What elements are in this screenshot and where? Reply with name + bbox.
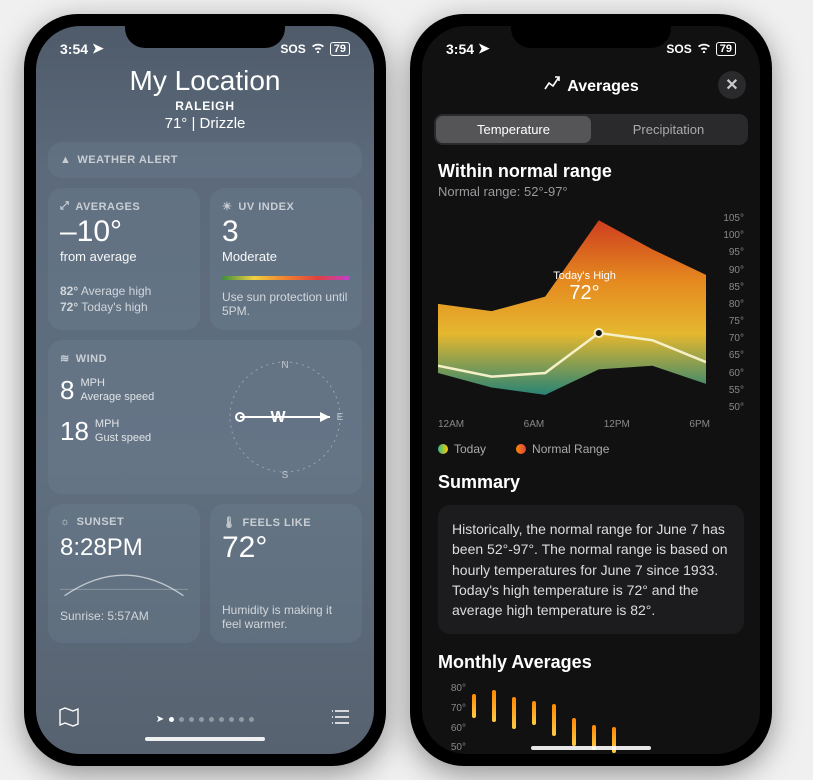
sun-icon: ☀ bbox=[222, 200, 232, 213]
current-condition: 71° | Drizzle bbox=[48, 115, 362, 132]
list-button[interactable] bbox=[330, 706, 352, 733]
averages-value: –10° bbox=[60, 217, 188, 247]
averages-label: AVERAGES bbox=[75, 201, 140, 213]
phone-weather-home: 3:54 ➤ SOS 79 My Location RALEIGH 71° | … bbox=[24, 14, 386, 766]
home-indicator[interactable] bbox=[145, 737, 265, 741]
location-arrow-icon: ➤ bbox=[156, 714, 164, 725]
feels-like-card[interactable]: 🌡 FEELS LIKE 72° Humidity is making it f… bbox=[210, 504, 362, 643]
sun-arc-icon bbox=[60, 562, 188, 602]
tab-temperature[interactable]: Temperature bbox=[436, 116, 591, 143]
location-header: My Location RALEIGH 71° | Drizzle bbox=[48, 65, 362, 132]
today-marker: Today's High 72° bbox=[553, 270, 616, 305]
battery-icon: 79 bbox=[716, 42, 736, 56]
status-time: 3:54 bbox=[60, 41, 88, 57]
map-button[interactable] bbox=[58, 706, 80, 733]
feels-note: Humidity is making it feel warmer. bbox=[222, 603, 350, 631]
segment-control: Temperature Precipitation bbox=[434, 114, 748, 145]
temperature-chart[interactable]: Today's High 72° 105°100°95°90°85°80°75°… bbox=[438, 213, 744, 413]
sunrise-label: Sunrise: 5:57AM bbox=[60, 609, 188, 623]
wind-icon: ≋ bbox=[60, 352, 70, 365]
svg-text:E: E bbox=[337, 412, 344, 423]
thermometer-icon: 🌡 bbox=[222, 516, 236, 529]
status-bar: 3:54 ➤ SOS 79 bbox=[422, 26, 760, 61]
alert-icon: ▲ bbox=[60, 154, 71, 166]
battery-icon: 79 bbox=[330, 42, 350, 56]
uv-note: Use sun protection until 5PM. bbox=[222, 290, 350, 318]
phone-averages-detail: 3:54 ➤ SOS 79 Averages ✕ Temperature Pre… bbox=[410, 14, 772, 766]
summary-heading: Summary bbox=[438, 472, 744, 493]
home-indicator[interactable] bbox=[531, 746, 651, 750]
sunset-time: 8:28PM bbox=[60, 534, 188, 562]
uv-value: 3 bbox=[222, 217, 350, 247]
location-arrow-icon: ➤ bbox=[92, 40, 104, 57]
close-button[interactable]: ✕ bbox=[718, 71, 746, 99]
monthly-chart[interactable]: 80°70°60°50° bbox=[438, 683, 744, 753]
status-time: 3:54 bbox=[446, 41, 474, 57]
sunset-label: SUNSET bbox=[77, 516, 125, 528]
status-bar: 3:54 ➤ SOS 79 bbox=[36, 26, 374, 61]
wifi-icon bbox=[696, 41, 712, 56]
uv-level: Moderate bbox=[222, 249, 350, 264]
uv-card[interactable]: ☀ UV INDEX 3 Moderate Use sun protection… bbox=[210, 188, 362, 330]
sos-label: SOS bbox=[280, 42, 305, 56]
weather-alert-card[interactable]: ▲ WEATHER ALERT bbox=[48, 142, 362, 178]
alert-label: WEATHER ALERT bbox=[77, 154, 178, 166]
averages-card[interactable]: ⤢ AVERAGES –10° from average 82° Average… bbox=[48, 188, 200, 330]
uv-scale bbox=[222, 276, 350, 280]
averages-icon: ⤢ bbox=[60, 200, 69, 213]
compass-icon: N S E W bbox=[220, 352, 350, 482]
summary-text: Historically, the normal range for June … bbox=[438, 505, 744, 634]
feels-value: 72° bbox=[222, 533, 350, 563]
chart-icon bbox=[543, 75, 561, 98]
page-dots[interactable]: ➤ bbox=[156, 714, 254, 725]
detail-title: Averages bbox=[567, 78, 638, 96]
monthly-heading: Monthly Averages bbox=[438, 652, 744, 673]
wind-card[interactable]: ≋ WIND 8 MPHAverage speed 18 MPHGust spe… bbox=[48, 340, 362, 494]
svg-text:N: N bbox=[281, 360, 288, 371]
tab-precipitation[interactable]: Precipitation bbox=[591, 116, 746, 143]
wind-gust: 18 bbox=[60, 416, 89, 447]
detail-header: Averages ✕ bbox=[422, 61, 760, 108]
x-axis: 12AM6AM12PM6PM bbox=[438, 419, 744, 430]
y-axis: 105°100°95°90°85°80°75°70°65°60°55°50° bbox=[706, 213, 744, 413]
averages-sub: from average bbox=[60, 249, 188, 264]
location-title: My Location bbox=[48, 65, 362, 97]
wifi-icon bbox=[310, 41, 326, 56]
location-arrow-icon: ➤ bbox=[478, 40, 490, 57]
location-subtitle: RALEIGH bbox=[48, 99, 362, 113]
feels-label: FEELS LIKE bbox=[242, 517, 311, 529]
sunset-card[interactable]: ☼ SUNSET 8:28PM Sunrise: 5:57AM bbox=[48, 504, 200, 643]
within-heading: Within normal range bbox=[438, 161, 744, 182]
sos-label: SOS bbox=[666, 42, 691, 56]
chart-legend: Today Normal Range bbox=[438, 442, 744, 456]
wind-avg: 8 bbox=[60, 375, 74, 406]
svg-text:S: S bbox=[282, 470, 289, 481]
wind-label: WIND bbox=[76, 353, 107, 365]
uv-label: UV INDEX bbox=[238, 201, 294, 213]
bottom-nav: ➤ bbox=[36, 706, 374, 733]
normal-range: Normal range: 52°-97° bbox=[438, 184, 744, 199]
sunset-icon: ☼ bbox=[60, 516, 71, 528]
